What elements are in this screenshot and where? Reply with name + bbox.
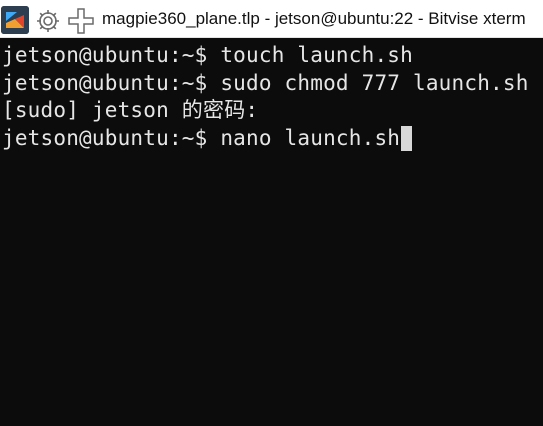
window-title: magpie360_plane.tlp - jetson@ubuntu:22 -… xyxy=(102,9,526,28)
title-bar[interactable]: magpie360_plane.tlp - jetson@ubuntu:22 -… xyxy=(0,0,543,38)
move-icon[interactable] xyxy=(68,8,94,34)
terminal-window: magpie360_plane.tlp - jetson@ubuntu:22 -… xyxy=(0,0,543,426)
gear-icon[interactable] xyxy=(35,8,61,34)
shell-command: nano launch.sh xyxy=(220,126,401,150)
terminal-output[interactable]: jetson@ubuntu:~$ touch launch.sh jetson@… xyxy=(0,38,543,426)
terminal-line: jetson@ubuntu:~$ nano launch.sh xyxy=(2,124,413,152)
shell-command: touch launch.sh xyxy=(220,43,413,67)
shell-prompt: jetson@ubuntu:~$ xyxy=(2,43,221,67)
shell-prompt: jetson@ubuntu:~$ xyxy=(2,71,221,95)
terminal-line: jetson@ubuntu:~$ touch launch.sh xyxy=(2,41,413,69)
shell-prompt: jetson@ubuntu:~$ xyxy=(2,126,221,150)
terminal-line: [sudo] jetson 的密码: xyxy=(2,96,258,124)
shell-command: sudo chmod 777 launch.sh xyxy=(220,71,529,95)
text-cursor xyxy=(401,126,413,151)
bitvise-app-icon[interactable] xyxy=(1,6,29,34)
sudo-password-prompt: [sudo] jetson 的密码: xyxy=(2,98,259,122)
terminal-line: jetson@ubuntu:~$ sudo chmod 777 launch.s… xyxy=(2,69,529,97)
